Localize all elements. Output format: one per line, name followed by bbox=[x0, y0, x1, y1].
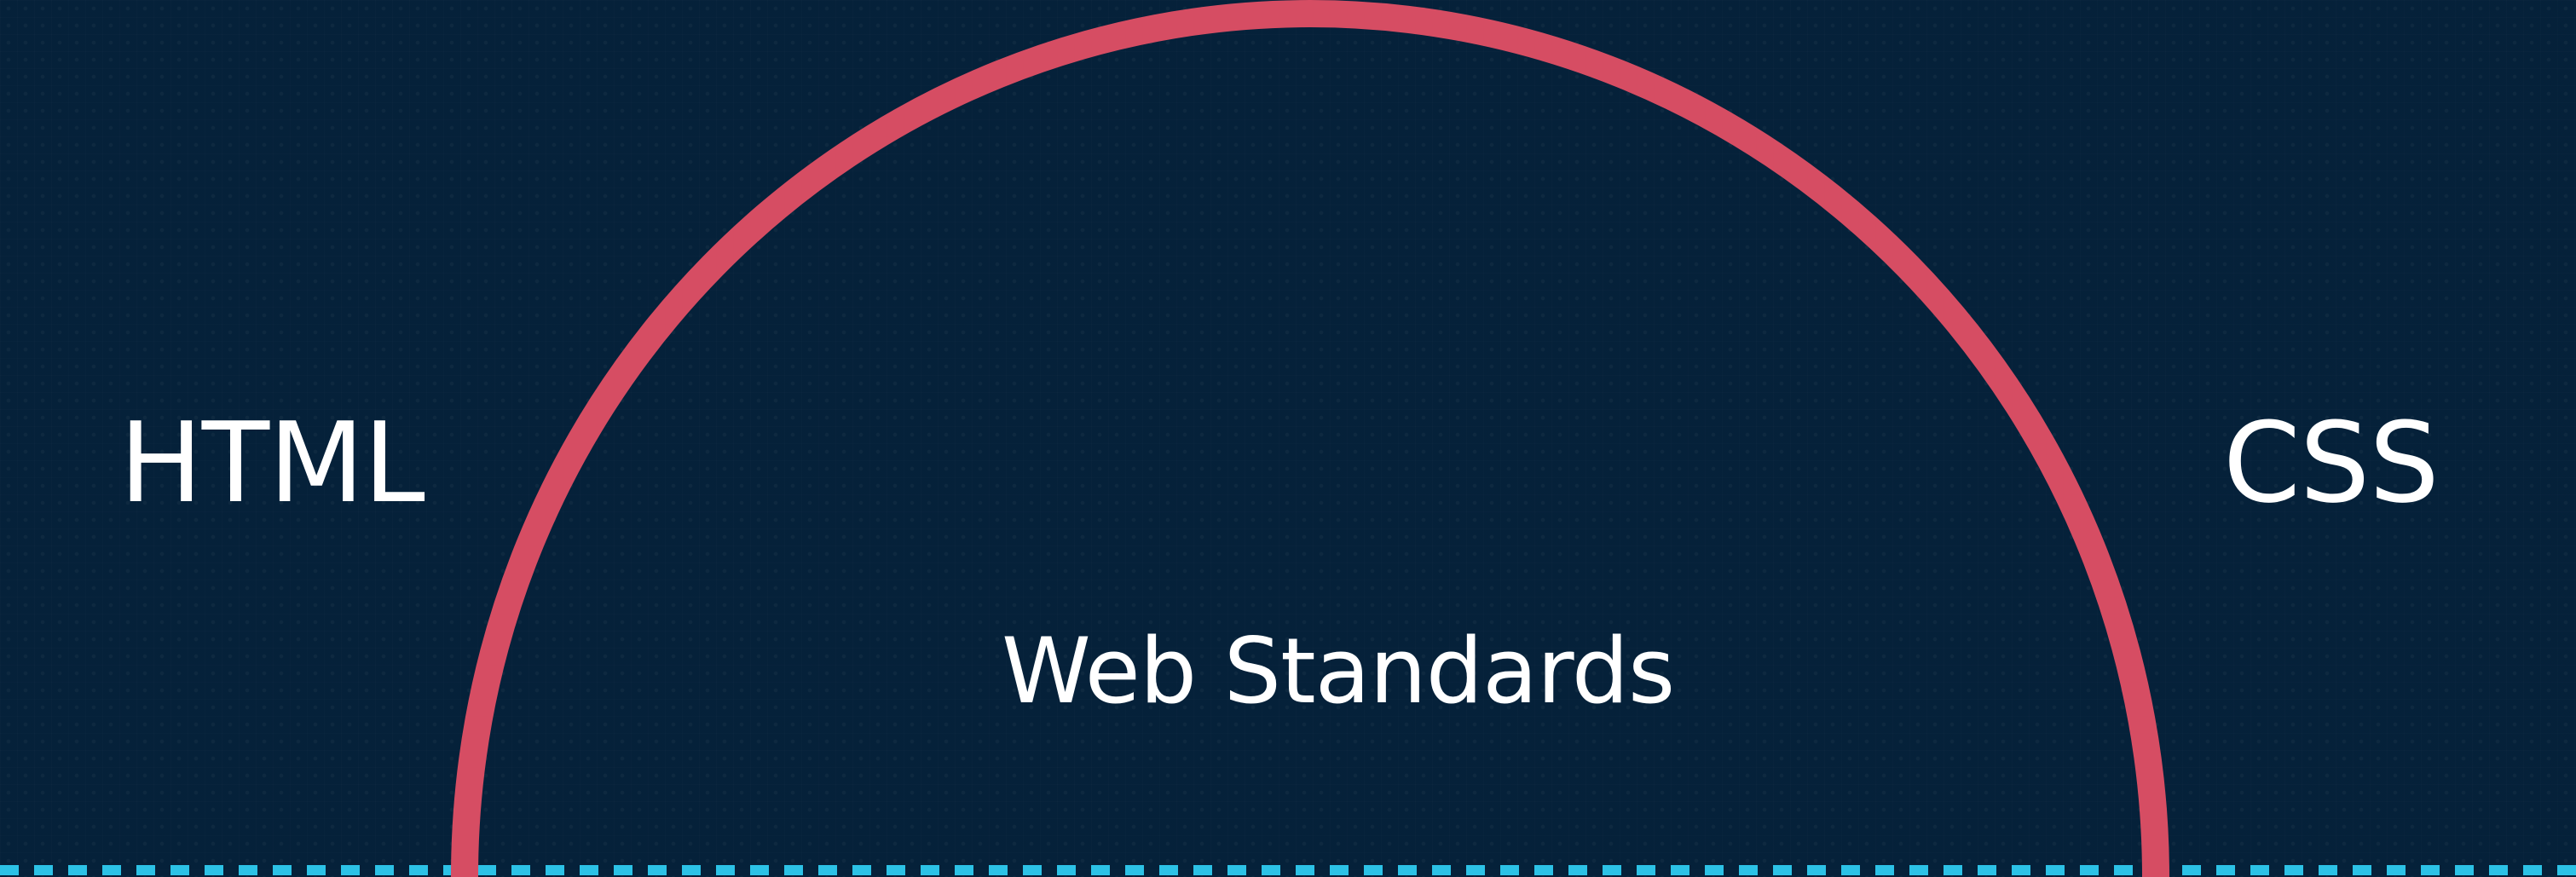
css-label: CSS bbox=[2223, 398, 2440, 528]
diagram-canvas: HTML CSS Web Standards bbox=[0, 0, 2576, 877]
web-standards-label: Web Standards bbox=[1002, 619, 1675, 724]
semicircle-arc bbox=[451, 0, 2169, 877]
html-label: HTML bbox=[119, 398, 425, 528]
